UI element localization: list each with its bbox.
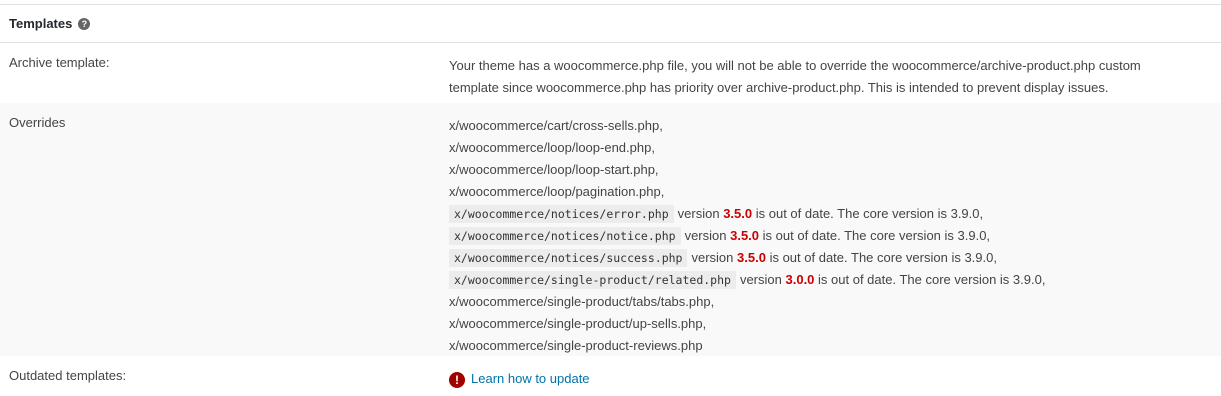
outdated-templates-value: ! Learn how to update — [449, 368, 1201, 390]
override-file-item: x/woocommerce/cart/cross-sells.php, — [449, 115, 1201, 137]
error-icon: ! — [449, 371, 465, 388]
archive-template-value: Your theme has a woocommerce.php file, y… — [449, 55, 1201, 99]
override-file-item: x/woocommerce/loop/loop-end.php, — [449, 137, 1201, 159]
override-file-path: x/woocommerce/loop/loop-start.php, — [449, 162, 659, 177]
outdated-version: 3.0.0 — [785, 272, 815, 287]
override-file-item: x/woocommerce/loop/pagination.php, — [449, 181, 1201, 203]
override-file-item: x/woocommerce/notices/error.php version 3… — [449, 203, 1201, 225]
version-status-text: is out of date. The core version is 3.9.… — [818, 272, 1046, 287]
help-icon[interactable]: ? — [78, 17, 91, 30]
version-status-text: is out of date. The core version is 3.9.… — [769, 250, 997, 265]
version-prefix: version — [684, 228, 727, 243]
archive-template-text-line: template since woocommerce.php has prior… — [449, 80, 1109, 95]
override-file-path: x/woocommerce/loop/pagination.php, — [449, 184, 665, 199]
override-file-path: x/woocommerce/single-product-reviews.php — [449, 338, 703, 353]
override-file-item: x/woocommerce/notices/success.php version… — [449, 247, 1201, 269]
outdated-version: 3.5.0 — [723, 206, 753, 221]
override-file-path: x/woocommerce/single-product/up-sells.ph… — [449, 316, 707, 331]
overrides-label: Overrides — [9, 115, 66, 130]
version-status-text: is out of date. The core version is 3.9.… — [755, 206, 984, 221]
archive-template-text-line: Your theme has a woocommerce.php file, y… — [449, 58, 1141, 73]
archive-template-label: Archive template: — [9, 55, 110, 70]
outdated-version: 3.5.0 — [730, 228, 760, 243]
archive-template-row: Archive template: Your theme has a wooco… — [0, 43, 1221, 103]
section-title: Templates — [9, 16, 73, 31]
override-file-path: x/woocommerce/single-product/tabs/tabs.p… — [449, 294, 715, 309]
version-prefix: version — [691, 250, 734, 265]
version-prefix: version — [739, 272, 782, 287]
override-file-path-code: x/woocommerce/notices/success.php — [449, 249, 688, 267]
outdated-templates-row: Outdated templates: ! Learn how to update — [0, 356, 1221, 396]
templates-panel: Templates ? Archive template: Your theme… — [0, 4, 1221, 396]
version-status-text: is out of date. The core version is 3.9.… — [762, 228, 991, 243]
override-file-path-code: x/woocommerce/notices/error.php — [449, 205, 674, 223]
override-file-path-code: x/woocommerce/single-product/related.php — [449, 271, 736, 289]
override-file-item: x/woocommerce/notices/notice.php version … — [449, 225, 1201, 247]
overrides-row: Overrides x/woocommerce/cart/cross-sells… — [0, 103, 1221, 356]
override-file-item: x/woocommerce/single-product/tabs/tabs.p… — [449, 291, 1201, 313]
override-file-path: x/woocommerce/loop/loop-end.php, — [449, 140, 655, 155]
override-file-path-code: x/woocommerce/notices/notice.php — [449, 227, 681, 245]
outdated-templates-label: Outdated templates: — [9, 368, 127, 383]
override-file-item: x/woocommerce/single-product-reviews.php — [449, 335, 1201, 357]
override-file-item: x/woocommerce/single-product/related.php… — [449, 269, 1201, 291]
override-file-path: x/woocommerce/cart/cross-sells.php, — [449, 118, 663, 133]
overrides-list: x/woocommerce/cart/cross-sells.php, x/woo… — [449, 115, 1201, 357]
override-file-item: x/woocommerce/single-product/up-sells.ph… — [449, 313, 1201, 335]
outdated-version: 3.5.0 — [737, 250, 766, 265]
version-prefix: version — [677, 206, 720, 221]
override-file-item: x/woocommerce/loop/loop-start.php, — [449, 159, 1201, 181]
section-header: Templates ? — [0, 5, 1221, 43]
learn-how-to-update-link[interactable]: Learn how to update — [471, 371, 590, 386]
